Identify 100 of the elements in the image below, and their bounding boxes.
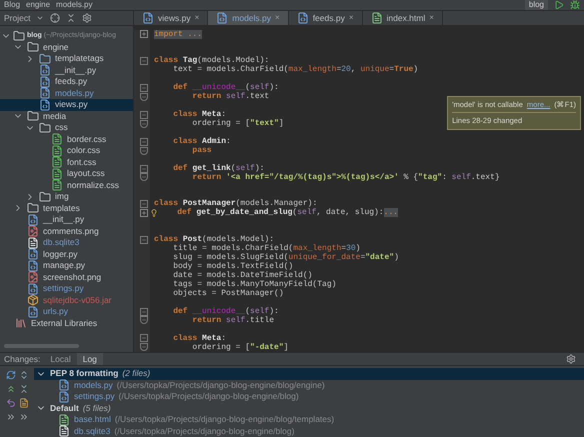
file-name: templates	[43, 202, 80, 215]
python-file-icon	[27, 306, 39, 318]
tree-item[interactable]: css	[0, 122, 133, 134]
tree-item[interactable]: comments.png	[0, 226, 133, 237]
breadcrumb[interactable]: engine	[26, 0, 50, 11]
run-config-dropdown[interactable]: blog	[524, 0, 548, 10]
collapse-icon[interactable]	[66, 13, 76, 23]
more-icon[interactable]	[18, 412, 28, 422]
code-line: class PostManager(models.Manager):	[154, 199, 318, 208]
changelist-row[interactable]: Default (5 files)	[34, 402, 584, 414]
fold-icon[interactable]	[140, 308, 148, 316]
fold-icon[interactable]	[140, 164, 148, 173]
css-file-icon	[51, 144, 63, 157]
fold-icon[interactable]	[140, 110, 148, 119]
tree-item[interactable]: templatetags	[0, 53, 133, 64]
tree-item[interactable]: engine	[0, 42, 133, 53]
file-name: views.py	[55, 98, 88, 112]
fold-icon[interactable]	[140, 236, 148, 244]
close-tab-button[interactable]: ×	[194, 12, 200, 24]
fold-icon[interactable]	[140, 84, 148, 92]
unfold-icon[interactable]	[140, 30, 148, 38]
panel-tab[interactable]: Log	[76, 353, 103, 365]
file-name: logger.py	[43, 248, 78, 261]
fold-end-icon[interactable]	[140, 120, 148, 128]
bug-icon[interactable]	[570, 0, 580, 10]
folder-icon	[39, 122, 51, 134]
code-line: body = models.TextField()	[172, 262, 294, 271]
tree-item[interactable]: logger.py	[0, 248, 133, 260]
caret-icon[interactable]	[36, 14, 44, 22]
close-tab-button[interactable]: ×	[348, 12, 354, 24]
changed-file-row[interactable]: base.html (/Users/topka/Projects/django-blog-engine/blog/templates)	[34, 414, 584, 426]
settings-icon[interactable]	[82, 13, 92, 23]
file-name: templatetags	[55, 52, 104, 66]
tree-item[interactable]: __init__.py	[0, 64, 133, 76]
changed-file-row[interactable]: db.sqlite3 (/Users/topka/Projects/django-blog-engine/blog)	[34, 426, 584, 437]
run-icon[interactable]	[554, 0, 564, 10]
tree-item[interactable]: manage.py	[0, 260, 133, 272]
unfold-icon[interactable]	[140, 209, 148, 218]
revert-icon[interactable]	[6, 398, 16, 408]
collapse-icon[interactable]	[18, 384, 28, 394]
tab-label: index.html	[386, 12, 426, 24]
tree-item[interactable]: feeds.py	[0, 76, 133, 88]
project-view-dropdown[interactable]: Project	[4, 12, 30, 24]
code-line: date = models.DateTimeField()	[172, 271, 312, 280]
changelist-row[interactable]: PEP 8 formatting (2 files)	[34, 368, 584, 380]
tree-item[interactable]: color.css	[0, 145, 133, 156]
panel-tab[interactable]: Local	[44, 353, 77, 365]
editor-tab[interactable]: models.py ×	[208, 11, 289, 25]
changed-file-row[interactable]: settings.py (/Users/topka/Projects/django-blog-engine/blog)	[34, 391, 584, 402]
python-file-icon	[216, 12, 228, 24]
fold-end-icon[interactable]	[140, 343, 148, 352]
lightbulb-icon[interactable]	[150, 208, 158, 217]
code-line: slug = models.SlugField(unique_for_date="date")	[172, 252, 399, 262]
file-name: models.py	[74, 378, 113, 392]
settings-icon[interactable]	[566, 354, 576, 364]
tree-item[interactable]: font.css	[0, 156, 133, 168]
archive-icon	[27, 294, 39, 306]
tree-item[interactable]: settings.py	[0, 283, 133, 294]
fold-end-icon[interactable]	[140, 93, 148, 102]
tree-item[interactable]: urls.py	[0, 306, 133, 318]
code-line: class Meta:	[172, 110, 226, 120]
expand-icon[interactable]	[18, 370, 28, 380]
close-tab-button[interactable]: ×	[429, 12, 434, 24]
file-name: layout.css	[67, 167, 105, 180]
fold-icon[interactable]	[140, 57, 148, 66]
tree-item[interactable]: layout.css	[0, 168, 133, 180]
file-name: img	[55, 190, 69, 204]
tree-item[interactable]: __init__.py	[0, 214, 133, 226]
code-line: title = models.CharField(max_length=30)	[172, 244, 360, 253]
tree-item[interactable]: img	[0, 191, 133, 202]
tree-item[interactable]: templates	[0, 202, 133, 214]
tree-item[interactable]: border.css	[0, 134, 133, 145]
breadcrumb[interactable]: models.py	[56, 0, 93, 11]
editor-tab[interactable]: index.html ×	[362, 11, 443, 25]
css-file-icon	[51, 133, 63, 146]
css-file-icon	[51, 156, 63, 168]
tree-item[interactable]: screenshot.png	[0, 272, 133, 283]
changed-file-row[interactable]: models.py (/Users/topka/Projects/django-blog-engine/blog/engine)	[34, 380, 584, 391]
fold-end-icon[interactable]	[140, 316, 148, 324]
code-line: ordering = ["-date"]	[191, 342, 288, 352]
tree-item[interactable]: db.sqlite3	[0, 237, 133, 248]
editor-tab[interactable]: feeds.py ×	[288, 11, 362, 25]
image-file-icon	[27, 271, 39, 284]
fold-icon[interactable]	[140, 334, 148, 342]
fold-end-icon[interactable]	[140, 173, 148, 182]
refresh-icon[interactable]	[6, 370, 16, 380]
tree-item[interactable]: views.py	[0, 99, 133, 110]
file-name: normalize.css	[67, 178, 119, 192]
code-line: def __unicode__(self):	[172, 83, 279, 92]
breadcrumb[interactable]: Blog	[4, 0, 20, 11]
python-file-icon	[27, 282, 39, 295]
fold-icon[interactable]	[140, 138, 148, 146]
tree-item[interactable]: models.py	[0, 88, 133, 99]
fold-end-icon[interactable]	[140, 146, 148, 155]
tree-item[interactable]: External Libraries	[0, 318, 133, 329]
crosshair-icon[interactable]	[50, 13, 60, 23]
more-icon[interactable]	[6, 412, 16, 422]
python-file-icon	[27, 214, 39, 226]
tree-item[interactable]: media	[0, 110, 133, 122]
tree-item[interactable]: normalize.css	[0, 180, 133, 191]
